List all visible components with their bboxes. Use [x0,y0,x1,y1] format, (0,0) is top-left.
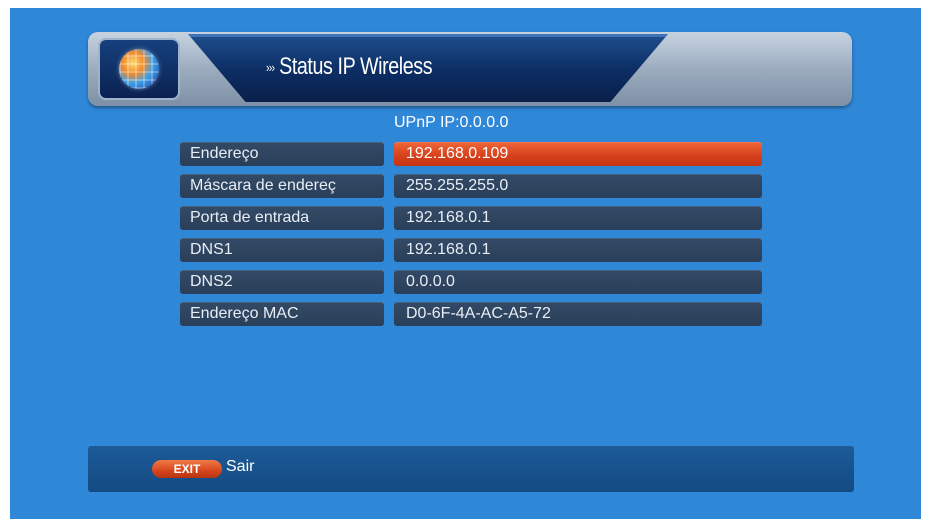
title-arrows-icon: ››› [266,59,275,75]
screen: ››› Status IP Wireless UPnP IP:0.0.0.0 En… [10,8,921,519]
row-porta-de-entrada[interactable]: Porta de entrada 192.168.0.1 [180,206,762,230]
row-label: Endereço MAC [180,302,384,326]
row-value[interactable]: 192.168.0.109 [394,142,762,166]
row-label: Máscara de endereç [180,174,384,198]
header-banner: ››› Status IP Wireless [88,32,852,106]
row-label: DNS1 [180,238,384,262]
row-label: Porta de entrada [180,206,384,230]
row-endereco[interactable]: Endereço 192.168.0.109 [180,142,762,166]
row-value[interactable]: 0.0.0.0 [394,270,762,294]
row-label: DNS2 [180,270,384,294]
globe-icon [119,49,159,89]
row-label: Endereço [180,142,384,166]
exit-button[interactable]: EXIT [152,460,222,478]
row-value[interactable]: D0-6F-4A-AC-A5-72 [394,302,762,326]
exit-label: Sair [226,458,255,475]
row-value[interactable]: 255.255.255.0 [394,174,762,198]
row-value[interactable]: 192.168.0.1 [394,206,762,230]
row-value[interactable]: 192.168.0.1 [394,238,762,262]
row-dns2[interactable]: DNS2 0.0.0.0 [180,270,762,294]
page-title: ››› Status IP Wireless [266,50,433,84]
footer-bar: EXIT Sair [88,446,854,492]
page-title-text: Status IP Wireless [279,53,433,80]
row-mascara[interactable]: Máscara de endereç 255.255.255.0 [180,174,762,198]
upnp-ip: UPnP IP:0.0.0.0 [394,114,509,131]
globe-icon-box [98,38,180,100]
row-dns1[interactable]: DNS1 192.168.0.1 [180,238,762,262]
row-endereco-mac[interactable]: Endereço MAC D0-6F-4A-AC-A5-72 [180,302,762,326]
